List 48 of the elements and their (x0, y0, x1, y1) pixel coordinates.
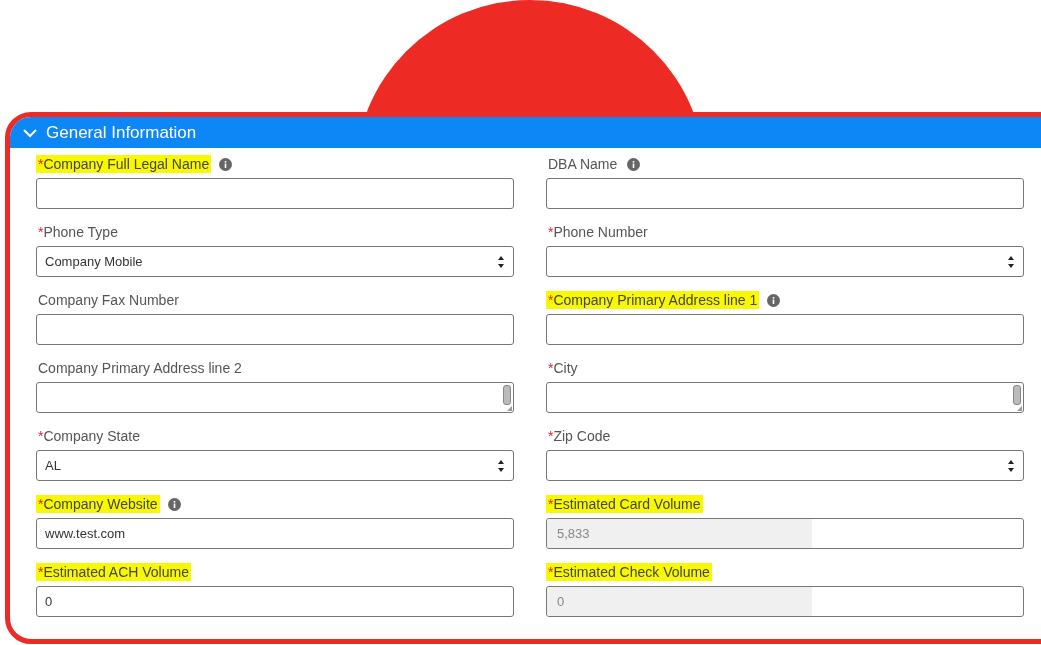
required-mark: * (38, 224, 44, 240)
section-title: General Information (46, 122, 197, 143)
field-label: *Zip Code (547, 427, 612, 445)
input-field: 0 (546, 586, 1024, 617)
input-field[interactable] (36, 314, 514, 345)
required-mark: * (548, 428, 554, 444)
input-field[interactable]: www.test.com (36, 518, 514, 549)
field-label: *City (547, 359, 579, 377)
required-mark: * (38, 564, 44, 580)
input-field[interactable] (36, 178, 514, 209)
chevron-icon (22, 126, 38, 139)
section-header[interactable]: General Information (10, 117, 1041, 148)
field-label: *Estimated Check Volume (546, 563, 712, 581)
input-field: 5,833 (546, 518, 1024, 549)
scrollbar-thumb[interactable] (503, 385, 511, 405)
field-label: *Company Full Legal Name (36, 155, 212, 173)
required-mark: * (548, 224, 554, 240)
select-field[interactable] (546, 450, 1024, 481)
field-label: *Company State (37, 427, 141, 445)
required-mark: * (38, 428, 44, 444)
required-mark: * (548, 496, 554, 512)
text-area[interactable] (36, 382, 514, 413)
select-field[interactable]: AL (36, 450, 514, 481)
spinner-icon (1007, 254, 1015, 269)
field-label: *Company Primary Address line 1 (546, 291, 760, 309)
input-field[interactable]: 0 (36, 586, 514, 617)
field-label: *Phone Number (547, 223, 649, 241)
field-label: DBA Name (547, 155, 619, 173)
field-label: Company Primary Address line 2 (37, 359, 243, 377)
spinner-icon (497, 254, 505, 269)
spinner-icon (497, 458, 505, 473)
select-field[interactable] (546, 246, 1024, 277)
select-field[interactable]: Company Mobile (36, 246, 514, 277)
field-label: *Company Website (36, 495, 160, 513)
required-mark: * (38, 156, 44, 172)
required-mark: * (38, 496, 44, 512)
text-area[interactable] (546, 382, 1024, 413)
field-label: Company Fax Number (37, 291, 180, 309)
field-label: *Phone Type (37, 223, 119, 241)
required-mark: * (548, 292, 554, 308)
required-mark: * (548, 360, 554, 376)
required-mark: * (548, 564, 554, 580)
scrollbar-thumb[interactable] (1013, 385, 1021, 405)
field-label: *Estimated ACH Volume (36, 563, 191, 581)
field-label: *Estimated Card Volume (546, 495, 703, 513)
input-field[interactable] (546, 314, 1024, 345)
input-field[interactable] (546, 178, 1024, 209)
spinner-icon (1007, 458, 1015, 473)
